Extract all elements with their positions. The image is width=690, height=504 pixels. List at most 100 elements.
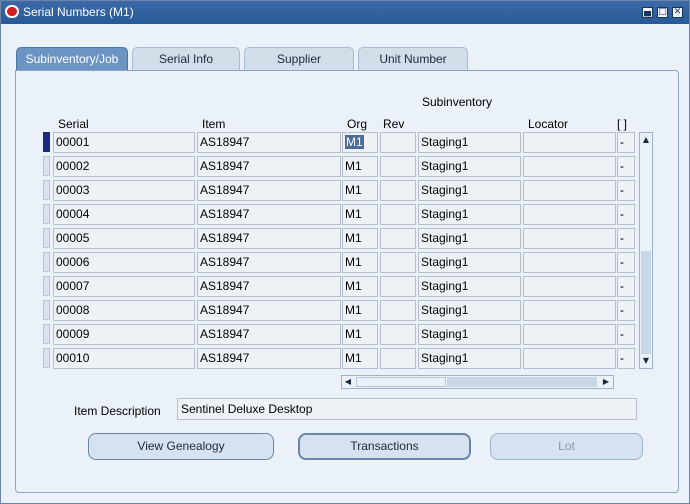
row-indicator[interactable] bbox=[43, 132, 50, 152]
row-indicator[interactable] bbox=[43, 348, 50, 368]
item-cell[interactable]: AS18947 bbox=[197, 204, 341, 225]
horizontal-scrollbar[interactable]: ◀ ▶ bbox=[341, 375, 614, 389]
transactions-button[interactable]: Transactions bbox=[298, 433, 471, 460]
flexfield-cell[interactable]: - bbox=[617, 300, 635, 321]
org-cell[interactable]: M1 bbox=[342, 324, 378, 345]
flexfield-cell[interactable]: - bbox=[617, 276, 635, 297]
flexfield-cell[interactable]: - bbox=[617, 180, 635, 201]
item-cell[interactable]: AS18947 bbox=[197, 228, 341, 249]
serial-cell[interactable]: 00008 bbox=[53, 300, 195, 321]
serial-cell[interactable]: 00010 bbox=[53, 348, 195, 369]
serial-cell[interactable]: 00004 bbox=[53, 204, 195, 225]
org-cell[interactable]: M1 bbox=[342, 348, 378, 369]
subinventory-cell[interactable]: Staging1 bbox=[418, 132, 521, 153]
row-indicator[interactable] bbox=[43, 180, 50, 200]
org-cell[interactable]: M1 bbox=[342, 204, 378, 225]
item-cell[interactable]: AS18947 bbox=[197, 180, 341, 201]
subinventory-cell[interactable]: Staging1 bbox=[418, 204, 521, 225]
rev-cell[interactable] bbox=[380, 276, 416, 297]
rev-cell[interactable] bbox=[380, 252, 416, 273]
subinventory-cell[interactable]: Staging1 bbox=[418, 348, 521, 369]
rev-cell[interactable] bbox=[380, 300, 416, 321]
row-indicator[interactable] bbox=[43, 300, 50, 320]
scroll-up-icon[interactable]: ▲ bbox=[640, 133, 652, 147]
scroll-right-icon[interactable]: ▶ bbox=[600, 375, 612, 389]
flexfield-cell[interactable]: - bbox=[617, 156, 635, 177]
row-indicator[interactable] bbox=[43, 156, 50, 176]
locator-cell[interactable] bbox=[523, 252, 616, 273]
locator-cell[interactable] bbox=[523, 180, 616, 201]
org-cell[interactable]: M1 bbox=[342, 228, 378, 249]
flexfield-cell[interactable]: - bbox=[617, 204, 635, 225]
h-scroll-thumb[interactable] bbox=[356, 377, 446, 387]
item-description-field[interactable]: Sentinel Deluxe Desktop bbox=[177, 398, 637, 420]
rev-cell[interactable] bbox=[380, 180, 416, 201]
locator-cell[interactable] bbox=[523, 156, 616, 177]
subinventory-cell[interactable]: Staging1 bbox=[418, 300, 521, 321]
item-cell[interactable]: AS18947 bbox=[197, 324, 341, 345]
tab-supplier[interactable]: Supplier bbox=[244, 47, 354, 71]
serial-cell[interactable]: 00005 bbox=[53, 228, 195, 249]
locator-cell[interactable] bbox=[523, 132, 616, 153]
row-indicator[interactable] bbox=[43, 276, 50, 296]
scroll-thumb[interactable] bbox=[641, 148, 651, 251]
rev-cell[interactable] bbox=[380, 132, 416, 153]
maximize-icon[interactable]: □ bbox=[657, 7, 668, 18]
item-cell[interactable]: AS18947 bbox=[197, 348, 341, 369]
serial-cell[interactable]: 00007 bbox=[53, 276, 195, 297]
subinventory-cell[interactable]: Staging1 bbox=[418, 156, 521, 177]
org-cell[interactable]: M1 bbox=[342, 156, 378, 177]
serial-cell[interactable]: 00006 bbox=[53, 252, 195, 273]
row-indicator[interactable] bbox=[43, 252, 50, 272]
flexfield-cell[interactable]: - bbox=[617, 252, 635, 273]
h-scroll-track[interactable] bbox=[447, 377, 597, 387]
item-cell[interactable]: AS18947 bbox=[197, 132, 341, 153]
serial-cell[interactable]: 00002 bbox=[53, 156, 195, 177]
org-cell[interactable]: M1 bbox=[342, 252, 378, 273]
row-indicator[interactable] bbox=[43, 228, 50, 248]
subinventory-cell[interactable]: Staging1 bbox=[418, 180, 521, 201]
org-cell[interactable]: M1 bbox=[342, 300, 378, 321]
subinventory-cell[interactable]: Staging1 bbox=[418, 324, 521, 345]
minimize-icon[interactable]: ▄ bbox=[642, 7, 653, 18]
locator-cell[interactable] bbox=[523, 324, 616, 345]
locator-cell[interactable] bbox=[523, 300, 616, 321]
tab-unit-number[interactable]: Unit Number bbox=[358, 47, 468, 71]
locator-cell[interactable] bbox=[523, 348, 616, 369]
org-cell[interactable]: M1 bbox=[342, 132, 378, 153]
rev-cell[interactable] bbox=[380, 228, 416, 249]
scroll-left-icon[interactable]: ◀ bbox=[342, 375, 354, 389]
tab-serial-info[interactable]: Serial Info bbox=[132, 47, 240, 71]
serial-cell[interactable]: 00009 bbox=[53, 324, 195, 345]
scroll-track[interactable] bbox=[641, 251, 651, 354]
org-cell[interactable]: M1 bbox=[342, 276, 378, 297]
subinventory-cell[interactable]: Staging1 bbox=[418, 228, 521, 249]
flexfield-cell[interactable]: - bbox=[617, 132, 635, 153]
serial-cell[interactable]: 00001 bbox=[53, 132, 195, 153]
org-cell[interactable]: M1 bbox=[342, 180, 378, 201]
rev-cell[interactable] bbox=[380, 324, 416, 345]
locator-cell[interactable] bbox=[523, 228, 616, 249]
vertical-scrollbar[interactable]: ▲ ▼ bbox=[639, 132, 653, 369]
close-icon[interactable]: ✕ bbox=[672, 7, 683, 18]
flexfield-cell[interactable]: - bbox=[617, 324, 635, 345]
flexfield-cell[interactable]: - bbox=[617, 228, 635, 249]
row-indicator[interactable] bbox=[43, 324, 50, 344]
rev-cell[interactable] bbox=[380, 156, 416, 177]
flexfield-cell[interactable]: - bbox=[617, 348, 635, 369]
row-indicator[interactable] bbox=[43, 204, 50, 224]
rev-cell[interactable] bbox=[380, 348, 416, 369]
item-cell[interactable]: AS18947 bbox=[197, 276, 341, 297]
rev-cell[interactable] bbox=[380, 204, 416, 225]
locator-cell[interactable] bbox=[523, 204, 616, 225]
title-bar[interactable]: Serial Numbers (M1) ▄ □ ✕ bbox=[1, 1, 689, 24]
item-cell[interactable]: AS18947 bbox=[197, 300, 341, 321]
scroll-down-icon[interactable]: ▼ bbox=[640, 354, 652, 368]
subinventory-cell[interactable]: Staging1 bbox=[418, 252, 521, 273]
serial-cell[interactable]: 00003 bbox=[53, 180, 195, 201]
item-cell[interactable]: AS18947 bbox=[197, 156, 341, 177]
locator-cell[interactable] bbox=[523, 276, 616, 297]
tab-subinventory-job[interactable]: Subinventory/Job bbox=[16, 47, 128, 71]
view-genealogy-button[interactable]: View Genealogy bbox=[88, 433, 274, 460]
subinventory-cell[interactable]: Staging1 bbox=[418, 276, 521, 297]
